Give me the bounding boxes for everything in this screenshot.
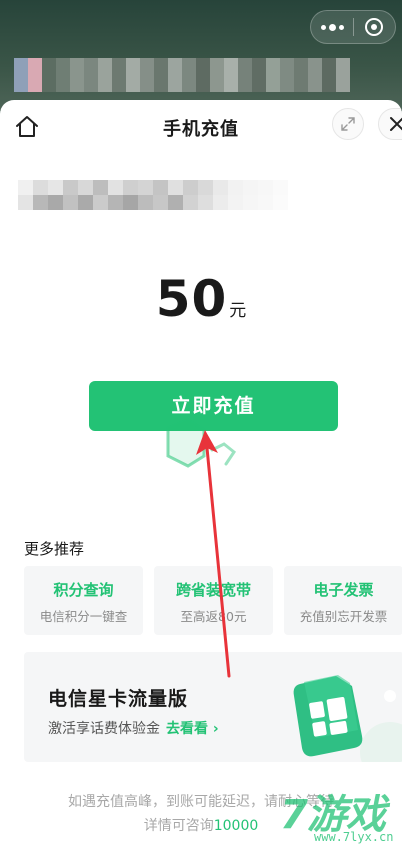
tap-indicator-icon xyxy=(166,418,237,468)
card-desc: 充值别忘开发票 xyxy=(299,609,388,624)
expand-icon[interactable] xyxy=(332,108,364,140)
card-desc: 至高返80元 xyxy=(180,609,247,624)
capsule-close-icon[interactable] xyxy=(354,11,395,43)
mini-program-capsule xyxy=(310,10,396,44)
promo-subtitle: 激活享话费体验金 去看看 › xyxy=(48,718,219,738)
footer-line-1: 如遇充值高峰，到账可能延迟，请耐心等待 xyxy=(68,794,334,810)
blurred-content xyxy=(14,58,402,92)
more-recommendations-title: 更多推荐 xyxy=(24,540,85,558)
card-title: 跨省装宽带 xyxy=(175,581,251,599)
card-title: 积分查询 xyxy=(53,581,114,599)
recommendation-cards: 积分查询 电信积分一键查 跨省装宽带 至高返80元 电子发票 充值别忘开发票 xyxy=(24,566,402,636)
promo-banner[interactable]: 电信星卡流量版 激活享话费体验金 去看看 › xyxy=(24,652,402,762)
footer-line-2: 详情可咨询10000 xyxy=(0,814,402,838)
promo-link[interactable]: 去看看 › xyxy=(166,721,219,737)
blurred-phone-number xyxy=(18,180,288,210)
app-screen: 手机充值 50 元 立即充值 更多推荐 积分查询 电信积分一键查 跨省装宽带 至… xyxy=(0,0,402,853)
card-e-invoice[interactable]: 电子发票 充值别忘开发票 xyxy=(284,566,402,635)
close-icon[interactable] xyxy=(378,108,402,140)
card-points-query[interactable]: 积分查询 电信积分一键查 xyxy=(24,566,143,635)
amount-value: 50 xyxy=(155,270,228,328)
card-broadband[interactable]: 跨省装宽带 至高返80元 xyxy=(154,566,273,635)
recharge-sheet: 手机充值 50 元 立即充值 更多推荐 积分查询 电信积分一键查 跨省装宽带 至… xyxy=(0,100,402,853)
amount-unit: 元 xyxy=(229,301,247,321)
sheet-header: 手机充值 xyxy=(0,100,402,156)
footer-line-2-prefix: 详情可咨询 xyxy=(143,818,214,834)
promo-subtitle-text: 激活享话费体验金 xyxy=(48,721,160,737)
card-desc: 电信积分一键查 xyxy=(39,609,128,624)
card-title: 电子发票 xyxy=(313,581,374,599)
footer-note: 如遇充值高峰，到账可能延迟，请耐心等待 详情可咨询10000 xyxy=(0,790,402,838)
promo-title: 电信星卡流量版 xyxy=(48,688,189,710)
more-icon[interactable] xyxy=(311,11,353,43)
recharge-amount: 50 元 xyxy=(0,270,402,328)
sim-card-icon xyxy=(293,675,402,762)
service-phone-link[interactable]: 10000 xyxy=(214,818,259,834)
